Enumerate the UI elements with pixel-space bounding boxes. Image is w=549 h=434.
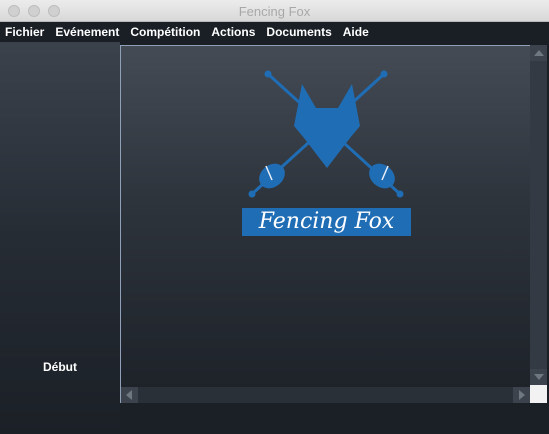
left-panel: Début	[0, 42, 120, 434]
bottom-area	[120, 403, 549, 434]
menu-evenement[interactable]: Evénement	[50, 25, 125, 39]
arrow-down-icon	[534, 374, 544, 380]
menu-competition[interactable]: Compétition	[125, 25, 206, 39]
arrow-up-icon	[534, 50, 544, 56]
arrow-right-icon	[519, 390, 525, 400]
horizontal-scrollbar[interactable]	[120, 387, 530, 403]
scrollbar-corner	[530, 385, 547, 403]
vertical-scrollbar[interactable]	[530, 45, 547, 385]
menu-bar: Fichier Evénement Compétition Actions Do…	[0, 22, 549, 42]
scroll-up-button[interactable]	[530, 45, 547, 61]
scroll-left-button[interactable]	[121, 387, 138, 403]
scroll-right-button[interactable]	[513, 387, 530, 403]
menu-actions[interactable]: Actions	[206, 25, 261, 39]
logo-text: Fencing Fox	[242, 208, 411, 236]
arrow-left-icon	[126, 390, 132, 400]
menu-aide[interactable]: Aide	[338, 25, 375, 39]
window-title: Fencing Fox	[238, 4, 311, 19]
start-button[interactable]: Début	[0, 360, 120, 374]
scroll-down-button[interactable]	[530, 369, 547, 385]
menu-fichier[interactable]: Fichier	[0, 25, 50, 39]
menu-documents[interactable]: Documents	[261, 25, 337, 39]
title-bar: Fencing Fox	[0, 0, 549, 22]
